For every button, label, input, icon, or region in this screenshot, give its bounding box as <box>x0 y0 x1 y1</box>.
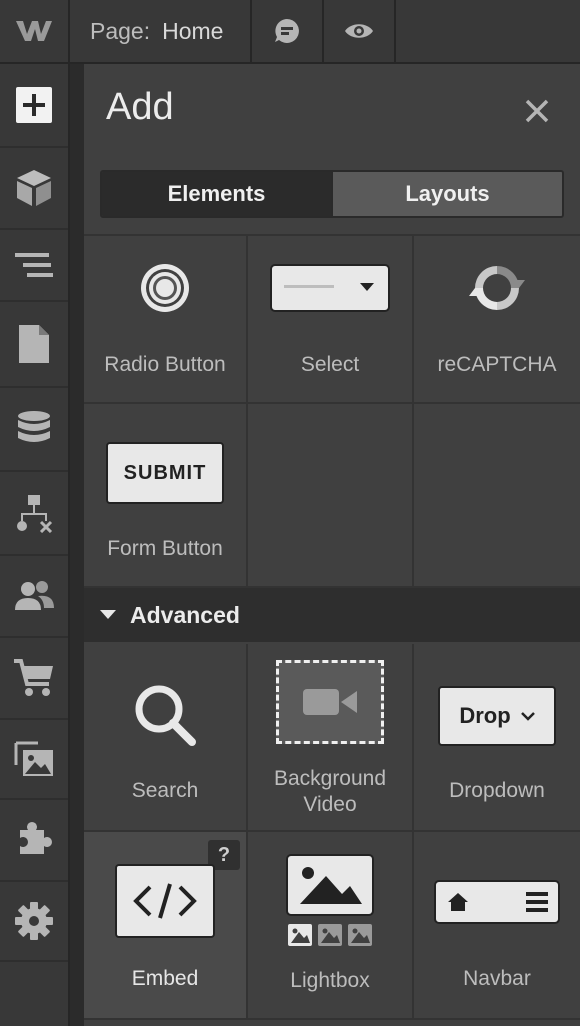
image-icon <box>286 854 374 946</box>
panel-tabs: Elements Layouts <box>100 170 564 218</box>
panel-title: Add <box>106 86 174 128</box>
element-label: Search <box>131 779 199 802</box>
chevron-down-icon <box>520 712 535 721</box>
element-label: Navbar <box>463 967 531 990</box>
submit-button-icon: SUBMIT <box>106 442 224 504</box>
rail-cms[interactable] <box>0 388 68 472</box>
comment-button[interactable] <box>252 0 324 62</box>
caret-down-icon <box>100 610 116 619</box>
rail-navigator[interactable] <box>0 230 68 302</box>
cart-icon <box>14 659 53 696</box>
close-button[interactable] <box>524 98 550 124</box>
navbar-icon <box>434 880 560 924</box>
element-recaptcha[interactable]: reCAPTCHA <box>414 236 580 404</box>
rail-settings[interactable] <box>0 882 68 962</box>
rail-logic[interactable] <box>0 472 68 556</box>
element-label: Form Button <box>107 537 223 560</box>
element-dropdown[interactable]: Drop Dropdown <box>414 644 580 832</box>
settings-icon <box>15 902 53 940</box>
dropdown-icon: Drop <box>438 686 556 746</box>
code-brackets-icon <box>133 883 197 919</box>
camera-icon <box>303 689 357 715</box>
section-title: Advanced <box>130 601 240 628</box>
element-label: Embed <box>131 967 199 990</box>
element-label: Dropdown <box>449 779 545 802</box>
rail-ecommerce[interactable] <box>0 638 68 720</box>
element-form-button[interactable]: SUBMIT Form Button <box>84 404 248 588</box>
search-icon <box>135 685 196 746</box>
puzzle-icon <box>20 822 52 854</box>
left-toolbar <box>0 64 70 1026</box>
rail-components[interactable] <box>0 148 68 230</box>
page-icon <box>19 325 49 363</box>
element-search[interactable]: Search <box>84 644 248 832</box>
element-navbar[interactable]: Navbar <box>414 832 580 1020</box>
element-label-line1: Background <box>273 767 387 790</box>
element-select[interactable]: Select <box>248 236 414 404</box>
webflow-logo-icon[interactable] <box>0 0 70 62</box>
element-embed[interactable]: ? Embed <box>84 832 248 1020</box>
dropdown-button-text: Drop <box>459 703 511 728</box>
assets-icon <box>14 741 53 776</box>
recaptcha-icon <box>469 266 525 310</box>
add-panel: Add Elements Layouts Radio Button Select… <box>84 64 580 1026</box>
element-background-video[interactable]: Background Video <box>248 644 414 832</box>
eye-icon <box>345 24 373 38</box>
add-icon <box>16 87 52 123</box>
users-icon <box>15 581 54 610</box>
navigator-icon <box>15 253 53 277</box>
advanced-grid: Search Background Video Drop Dropdown ? … <box>84 644 580 1020</box>
select-icon <box>270 264 390 312</box>
element-label-line2: Video <box>303 793 357 816</box>
comment-icon <box>275 19 299 43</box>
element-label: Radio Button <box>104 353 226 376</box>
element-label: Select <box>300 353 360 376</box>
code-icon <box>115 864 215 938</box>
rail-add[interactable] <box>0 64 68 148</box>
element-label: Lightbox <box>290 969 370 992</box>
element-lightbox[interactable]: Lightbox <box>248 832 414 1020</box>
close-icon <box>525 99 549 123</box>
logic-icon <box>17 495 53 533</box>
rail-pages[interactable] <box>0 302 68 388</box>
rail-apps[interactable] <box>0 800 68 882</box>
section-advanced[interactable]: Advanced <box>84 588 580 642</box>
tab-elements[interactable]: Elements <box>102 172 331 216</box>
top-bar: Page: Home <box>0 0 580 64</box>
preview-button[interactable] <box>324 0 396 62</box>
empty-cell <box>248 404 414 588</box>
box-icon <box>17 170 51 206</box>
page-selector-value: Home <box>162 17 224 44</box>
element-label: reCAPTCHA <box>437 353 557 376</box>
database-icon <box>18 411 50 442</box>
page-selector-label: Page: <box>90 17 151 44</box>
empty-cell <box>414 404 580 588</box>
tab-layouts[interactable]: Layouts <box>331 172 562 216</box>
rail-users[interactable] <box>0 556 68 638</box>
radio-button-icon <box>141 264 189 312</box>
element-radio-button[interactable]: Radio Button <box>84 236 248 404</box>
rail-assets[interactable] <box>0 720 68 800</box>
panel-separator <box>70 64 84 1026</box>
forms-grid: Radio Button Select reCAPTCHA SUBMIT For… <box>84 234 580 588</box>
page-selector[interactable]: Page: Home <box>70 0 252 62</box>
video-icon <box>276 660 384 744</box>
